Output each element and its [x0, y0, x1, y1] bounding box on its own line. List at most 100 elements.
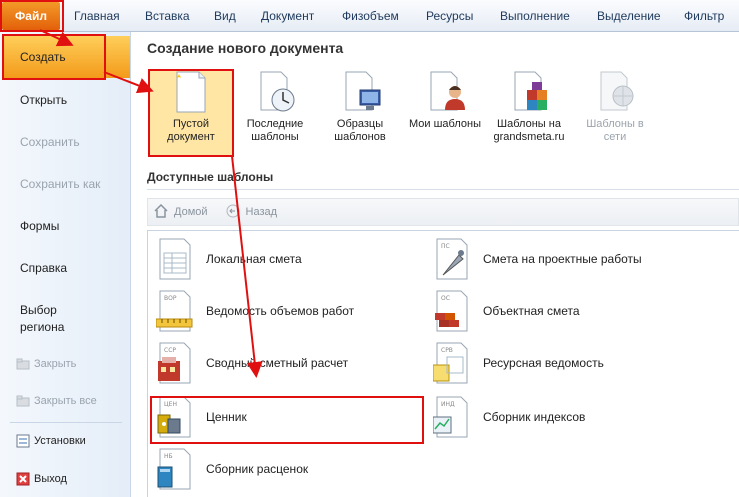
resource-statement-code: СРВ [441, 347, 453, 354]
templates-list: Локальная смета ПС Смета на проектные ра… [147, 230, 739, 497]
blank-document-label1: Пустой [173, 118, 209, 130]
summary-estimate-code: ССР [164, 347, 176, 354]
index-collection-label: Сборник индексов [483, 410, 586, 424]
index-collection-icon: ИНД [432, 395, 473, 439]
main-area: Создание нового документа Пустой докумен… [132, 32, 739, 497]
summary-estimate-label: Сводный сметный расчет [206, 356, 349, 370]
rates-collection-icon: НБ [156, 447, 196, 491]
recent-templates-icon [257, 70, 295, 114]
local-estimate-icon [156, 237, 196, 281]
sample-templates-button[interactable]: Образцы шаблонов [320, 70, 400, 144]
design-works-code: ПС [441, 243, 450, 250]
index-collection-code: ИНД [441, 401, 455, 408]
list-item-local-estimate[interactable]: Локальная смета [156, 235, 302, 283]
network-templates-icon [597, 70, 634, 114]
exit-button[interactable]: Выход [16, 472, 67, 486]
create-button[interactable]: Создать [4, 36, 130, 78]
region-button[interactable]: Выбор региона [20, 302, 64, 336]
web-templates-button[interactable]: Шаблоны на grandsmeta.ru [489, 70, 569, 144]
blank-document-button[interactable]: Пустой документ [151, 70, 231, 144]
object-estimate-icon: ОС [433, 289, 473, 333]
template-navbar: Домой Назад [147, 198, 739, 226]
back-nav-button[interactable]: Назад [226, 204, 278, 221]
settings-icon [16, 434, 30, 448]
blank-document-icon [173, 70, 209, 114]
separator [10, 422, 122, 423]
tab-selection[interactable]: Выделение [597, 0, 661, 32]
back-nav-label: Назад [245, 206, 278, 218]
network-templates-button[interactable]: Шаблоны в сети [575, 70, 655, 144]
tab-execution[interactable]: Выполнение [500, 0, 570, 32]
close-all-button[interactable]: Закрыть все [16, 394, 97, 408]
list-item-summary-estimate[interactable]: ССР Сводный сметный расчет [156, 339, 348, 387]
forms-button[interactable]: Формы [20, 219, 59, 233]
close-button[interactable]: Закрыть [16, 357, 76, 371]
list-item-object-estimate[interactable]: ОС Объектная смета [433, 287, 580, 335]
web-templates-label1: Шаблоны на [497, 118, 561, 130]
save-as-button[interactable]: Сохранить как [20, 177, 100, 191]
resource-statement-label: Ресурсная ведомость [483, 356, 604, 370]
recent-templates-label1: Последние [246, 118, 304, 130]
object-estimate-label: Объектная смета [483, 304, 580, 318]
works-volume-code: ВОР [164, 295, 177, 302]
recent-templates-label2: шаблоны [251, 131, 299, 143]
backstage-nav: Создать Открыть Сохранить Сохранить как … [0, 32, 131, 497]
web-templates-icon [511, 70, 547, 114]
tab-insert[interactable]: Вставка [145, 0, 190, 32]
tab-home[interactable]: Главная [74, 0, 120, 32]
my-templates-label1: Мои шаблоны [409, 118, 481, 130]
back-arrow-icon [226, 204, 240, 221]
region-line1: Выбор [20, 303, 57, 317]
exit-label: Выход [34, 473, 67, 485]
page-title: Создание нового документа [147, 40, 344, 56]
network-templates-label1: Шаблоны в [586, 118, 644, 130]
file-tab[interactable]: Файл [2, 2, 60, 30]
tab-view[interactable]: Вид [214, 0, 236, 32]
sample-templates-label2: шаблонов [334, 131, 386, 143]
home-nav-label: Домой [174, 206, 208, 218]
price-list-icon: ЦЕН [156, 395, 196, 439]
home-nav-button[interactable]: Домой [154, 203, 208, 221]
open-button[interactable]: Открыть [20, 93, 67, 107]
tab-resources[interactable]: Ресурсы [426, 0, 473, 32]
list-item-price-list[interactable]: ЦЕН Ценник [156, 393, 247, 441]
ribbon-menubar: Файл Главная Вставка Вид Документ Физобъ… [0, 0, 739, 32]
home-icon [154, 203, 168, 221]
local-estimate-label: Локальная смета [206, 252, 302, 266]
price-list-code: ЦЕН [164, 401, 177, 408]
list-item-works-volume-statement[interactable]: ВОР Ведомость объемов работ [155, 287, 354, 335]
section-divider [147, 189, 739, 190]
design-works-estimate-icon: ПС [433, 237, 473, 281]
sample-templates-icon [342, 70, 381, 114]
help-button[interactable]: Справка [20, 261, 67, 275]
web-templates-label2: grandsmeta.ru [493, 131, 565, 143]
available-templates-heading: Доступные шаблоны [147, 170, 274, 184]
tab-document[interactable]: Документ [261, 0, 314, 32]
exit-icon [16, 472, 30, 486]
rates-collection-code: НБ [164, 453, 173, 460]
sample-templates-label1: Образцы [336, 118, 384, 130]
summary-estimate-icon: ССР [156, 341, 196, 385]
recent-templates-button[interactable]: Последние шаблоны [235, 70, 315, 144]
region-line2: региона [20, 320, 65, 334]
rates-collection-label: Сборник расценок [206, 462, 309, 476]
settings-label: Установки [34, 435, 86, 447]
settings-button[interactable]: Установки [16, 434, 86, 448]
close-all-label: Закрыть все [34, 395, 97, 407]
tab-filter[interactable]: Фильтр [684, 0, 724, 32]
save-button[interactable]: Сохранить [20, 135, 80, 149]
my-templates-button[interactable]: Мои шаблоны [405, 70, 485, 131]
close-label: Закрыть [34, 358, 77, 370]
folder-close-icon [16, 357, 30, 371]
resource-statement-icon: СРВ [432, 341, 473, 385]
folder-close-all-icon [16, 394, 30, 408]
list-item-design-works-estimate[interactable]: ПС Смета на проектные работы [433, 235, 642, 283]
tab-physvolume[interactable]: Физобъем [342, 0, 399, 32]
list-item-resource-statement[interactable]: СРВ Ресурсная ведомость [432, 339, 604, 387]
design-works-estimate-label: Смета на проектные работы [483, 252, 642, 266]
price-list-label: Ценник [206, 410, 247, 424]
object-estimate-code: ОС [441, 295, 450, 302]
list-item-rates-collection[interactable]: НБ Сборник расценок [156, 445, 308, 493]
works-volume-statement-icon: ВОР [155, 289, 196, 333]
list-item-index-collection[interactable]: ИНД Сборник индексов [432, 393, 586, 441]
